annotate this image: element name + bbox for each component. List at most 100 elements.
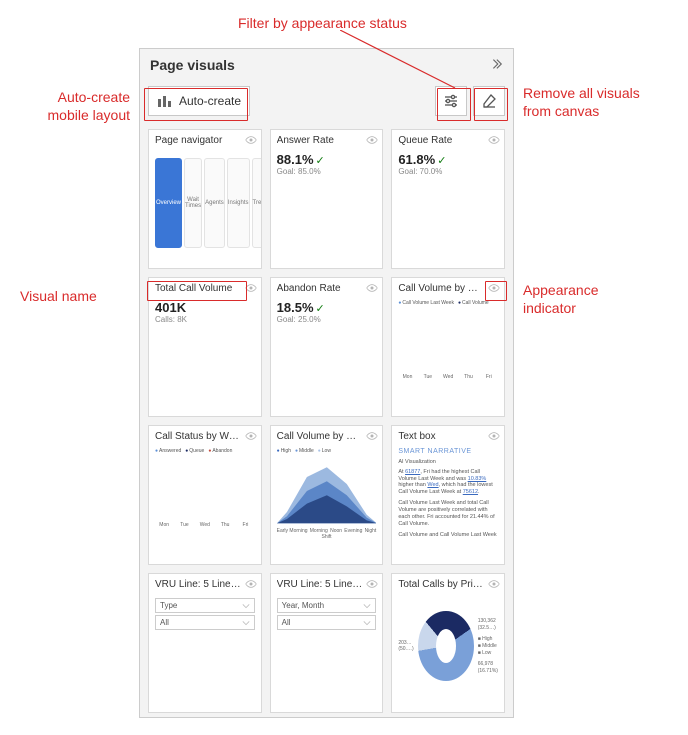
panel-title: Page visuals [150,57,235,73]
annotation-filter: Filter by appearance status [238,14,407,32]
smart-narrative: SMART NARRATIVE AI Visualization At 6187… [392,444,504,564]
slicer-field: Type [155,598,255,613]
appearance-icon [488,578,500,590]
bar-chart: MonTueWedThuFri [398,310,498,380]
card-text-box[interactable]: Text box SMART NARRATIVE AI Visualizatio… [391,425,505,565]
card-title: Call Status by W… [155,431,241,442]
annotation-visual-name: Visual name [20,287,97,305]
legend-item: Middle [295,448,314,454]
card-title: Queue Rate [398,135,484,146]
nav-tab: Overview [155,158,182,248]
appearance-icon [366,134,378,146]
card-title: Abandon Rate [277,283,363,294]
slicer-value: All [277,615,377,630]
nav-tab: Agents [204,158,225,248]
check-icon: ✓ [437,155,446,167]
card-call-volume-by-day[interactable]: Call Volume by … Call Volume Last Week Ca… [391,277,505,417]
bar-chart: MonTueWedThuFri [155,458,255,528]
narrative-heading: SMART NARRATIVE [398,448,498,457]
kpi-goal: Goal: 25.0% [277,315,377,324]
legend-item: Call Volume Last Week [398,300,454,306]
appearance-icon [488,430,500,442]
card-title: Call Volume by S… [277,431,363,442]
auto-create-icon [157,93,173,109]
card-queue-rate[interactable]: Queue Rate 61.8%✓ Goal: 70.0% [391,129,505,269]
x-label: Early Morning [277,528,308,534]
chevron-down-icon [363,619,371,627]
nav-tab: Trends [252,158,261,248]
kpi-value: 61.8% [398,152,435,167]
card-title: Call Volume by … [398,283,484,294]
donut-legend: 130,362(32.5…) ■ High■ Middle■ Low 66,97… [478,618,498,675]
filter-appearance-button[interactable] [435,86,467,116]
card-title: Page navigator [155,135,241,146]
nav-tab: Wait Times [184,158,202,248]
area-chart [277,456,377,526]
kpi-goal: Goal: 70.0% [398,167,498,176]
card-title: Answer Rate [277,135,363,146]
x-label: Night [365,528,377,534]
kpi-value: 88.1% [277,152,314,167]
panel-header: Page visuals [140,49,513,81]
card-call-status[interactable]: Call Status by W… Answered Queue Abandon M… [148,425,262,565]
appearance-icon [245,578,257,590]
eraser-icon [481,93,497,109]
card-title: Total Call Volume [155,283,241,294]
chevron-down-icon [242,602,250,610]
kpi-sub: Calls: 8K [155,315,255,324]
panel-toolbar: Auto-create [140,81,513,121]
check-icon: ✓ [316,155,325,167]
legend-item: High [277,448,291,454]
appearance-icon [366,282,378,294]
chevron-down-icon [363,602,371,610]
card-vru-line-date[interactable]: VRU Line: 5 Line… Year, Month All [270,573,384,713]
check-icon: ✓ [316,303,325,315]
card-page-navigator[interactable]: Page navigator Overview Wait Times Agent… [148,129,262,269]
annotation-remove: Remove all visualsfrom canvas [523,84,640,120]
annotation-appearance-indicator: Appearanceindicator [523,281,599,317]
donut-chart [418,611,474,681]
card-title: VRU Line: 5 Line… [277,579,363,590]
auto-create-button[interactable]: Auto-create [148,86,250,116]
card-title: Total Calls by Pri… [398,579,484,590]
appearance-icon [245,134,257,146]
card-total-calls-priority[interactable]: Total Calls by Pri… 203…(50.…) 130,362(3… [391,573,505,713]
card-answer-rate[interactable]: Answer Rate 88.1%✓ Goal: 85.0% [270,129,384,269]
sliders-icon [443,93,459,109]
kpi-value: 401K [155,300,186,315]
auto-create-label: Auto-create [179,94,241,108]
kpi-goal: Goal: 85.0% [277,167,377,176]
annotation-auto-create: Auto-createmobile layout [10,88,130,124]
legend-item: Abandon [208,448,232,454]
axis-label: Shift [277,534,377,540]
appearance-icon [488,134,500,146]
clear-canvas-button[interactable] [473,86,505,116]
card-vru-line-type[interactable]: VRU Line: 5 Line… Type All [148,573,262,713]
card-total-call-volume[interactable]: Total Call Volume 401K Calls: 8K [148,277,262,417]
chevron-down-icon [242,619,250,627]
x-label: Evening [344,528,362,534]
card-call-volume-shift[interactable]: Call Volume by S… High Middle Low Early Mo… [270,425,384,565]
slicer-field: Year, Month [277,598,377,613]
legend-item: Queue [185,448,204,454]
legend-item: Answered [155,448,181,454]
slicer-value: All [155,615,255,630]
legend-item: Low [318,448,331,454]
appearance-icon [245,282,257,294]
legend-item: Call Volume [458,300,489,306]
appearance-icon [366,430,378,442]
card-abandon-rate[interactable]: Abandon Rate 18.5%✓ Goal: 25.0% [270,277,384,417]
narrative-p1: At 61877, Fri had the highest Call Volum… [398,469,498,497]
page-visuals-panel: Page visuals Auto-create Page navig [139,48,514,718]
kpi-value: 18.5% [277,300,314,315]
donut-label-left: 203…(50.…) [398,640,413,652]
card-title: Text box [398,431,484,442]
card-title: VRU Line: 5 Line… [155,579,241,590]
collapse-icon[interactable] [489,57,503,74]
appearance-icon [488,282,500,294]
appearance-icon [245,430,257,442]
nav-tab: Insights [227,158,250,248]
narrative-p2: Call Volume Last Week and total Call Vol… [398,500,498,528]
narrative-p3: Call Volume and Call Volume Last Week [398,532,498,539]
narrative-sub: AI Visualization [398,459,498,466]
